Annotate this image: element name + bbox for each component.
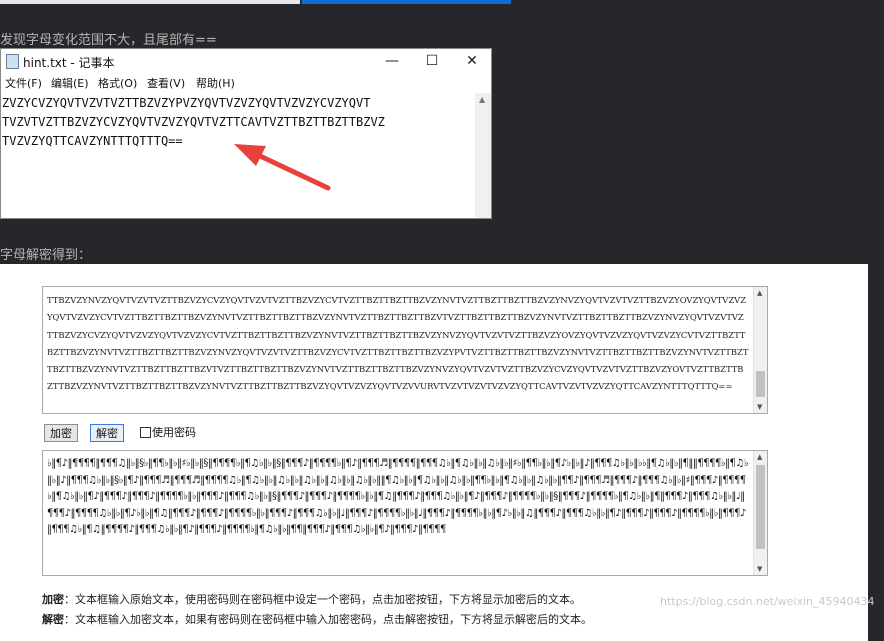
decrypt-button[interactable]: 解密 <box>90 424 124 442</box>
caption-decode-result: 字母解密得到： <box>0 248 92 263</box>
use-password-checkbox[interactable] <box>140 427 151 438</box>
decrypt-desc-text: ：文本框输入加密文本，如果有密码则在密码框中输入加密密码，点击解密按钮，下方将显… <box>64 613 592 626</box>
scroll-up-icon[interactable]: ▲ <box>479 95 485 104</box>
output-text: ♭‖¶♪‖¶¶¶¶‖¶¶¶♫‖♭‖§♭‖¶¶♭‖♭‖♯♭‖♭‖§‖¶¶¶¶♭‖¶… <box>47 458 749 536</box>
notepad-line: ZVZYCVZYQVTVZVTVZTTBZVZYPVZYQVTVZVZYQVTV… <box>2 96 371 110</box>
input-textarea[interactable]: TTBZVZYNVZYQVTVZVTVZTTBZVZYCVZYQVTVZVTVZ… <box>42 286 768 414</box>
watermark: https://blog.csdn.net/weixin_45940434 <box>660 595 875 608</box>
minimize-icon[interactable]: — <box>373 50 411 72</box>
menu-view[interactable]: 查看(V) <box>147 75 185 91</box>
input-scrollbar[interactable]: ▲ ▼ <box>753 287 767 413</box>
decoder-tool-panel: TTBZVZYNVZYQVTVZVTVZTTBZVZYCVZYQVTVZVTVZ… <box>0 264 868 641</box>
notepad-title: hint.txt - 记事本 <box>23 56 115 70</box>
caption-observation: 发现字母变化范围不大，且尾部有== <box>0 33 217 48</box>
encrypt-desc-title: 加密 <box>42 593 64 606</box>
decrypt-description: 解密：文本框输入加密文本，如果有密码则在密码框中输入加密密码，点击解密按钮，下方… <box>42 611 592 627</box>
scroll-up-icon[interactable]: ▲ <box>757 289 762 297</box>
menu-file[interactable]: 文件(F) <box>5 75 42 91</box>
menu-format[interactable]: 格式(O) <box>98 75 137 91</box>
scroll-thumb[interactable] <box>756 371 765 397</box>
output-scrollbar[interactable]: ▲ ▼ <box>753 451 767 575</box>
notepad-icon <box>6 54 19 69</box>
use-password-label: 使用密码 <box>152 426 196 439</box>
scroll-down-icon[interactable]: ▼ <box>757 565 762 573</box>
input-text: TTBZVZYNVZYQVTVZVTVZTTBZVZYCVZYQVTVZVTVZ… <box>47 295 749 392</box>
menu-help[interactable]: 帮助(H) <box>196 75 235 91</box>
notepad-line: TVZVTVZTTBZVZYCVZYQVTVZVZYQVTVZTTCAVTVZT… <box>2 115 385 129</box>
scroll-thumb[interactable] <box>756 465 765 549</box>
encrypt-button[interactable]: 加密 <box>44 424 78 442</box>
encrypt-description: 加密：文本框输入原始文本，使用密码则在密码框中设定一个密码，点击加密按钮，下方将… <box>42 591 581 607</box>
decrypt-desc-title: 解密 <box>42 613 64 626</box>
encrypt-desc-text: ：文本框输入原始文本，使用密码则在密码框中设定一个密码，点击加密按钮，下方将显示… <box>64 593 581 606</box>
menu-edit[interactable]: 编辑(E) <box>51 75 89 91</box>
notepad-scrollbar[interactable]: ▲ <box>475 93 491 218</box>
close-icon[interactable]: ✕ <box>453 50 491 72</box>
scroll-up-icon[interactable]: ▲ <box>757 453 762 461</box>
output-textarea[interactable]: ♭‖¶♪‖¶¶¶¶‖¶¶¶♫‖♭‖§♭‖¶¶♭‖♭‖♯♭‖♭‖§‖¶¶¶¶♭‖¶… <box>42 450 768 576</box>
top-image-strip <box>0 0 300 4</box>
red-arrow-annotation <box>234 144 331 191</box>
scroll-down-icon[interactable]: ▼ <box>757 403 762 411</box>
notepad-titlebar: hint.txt - 记事本 — ☐ ✕ <box>1 49 491 73</box>
maximize-icon[interactable]: ☐ <box>413 50 451 72</box>
top-image-strip-blue <box>302 0 511 4</box>
